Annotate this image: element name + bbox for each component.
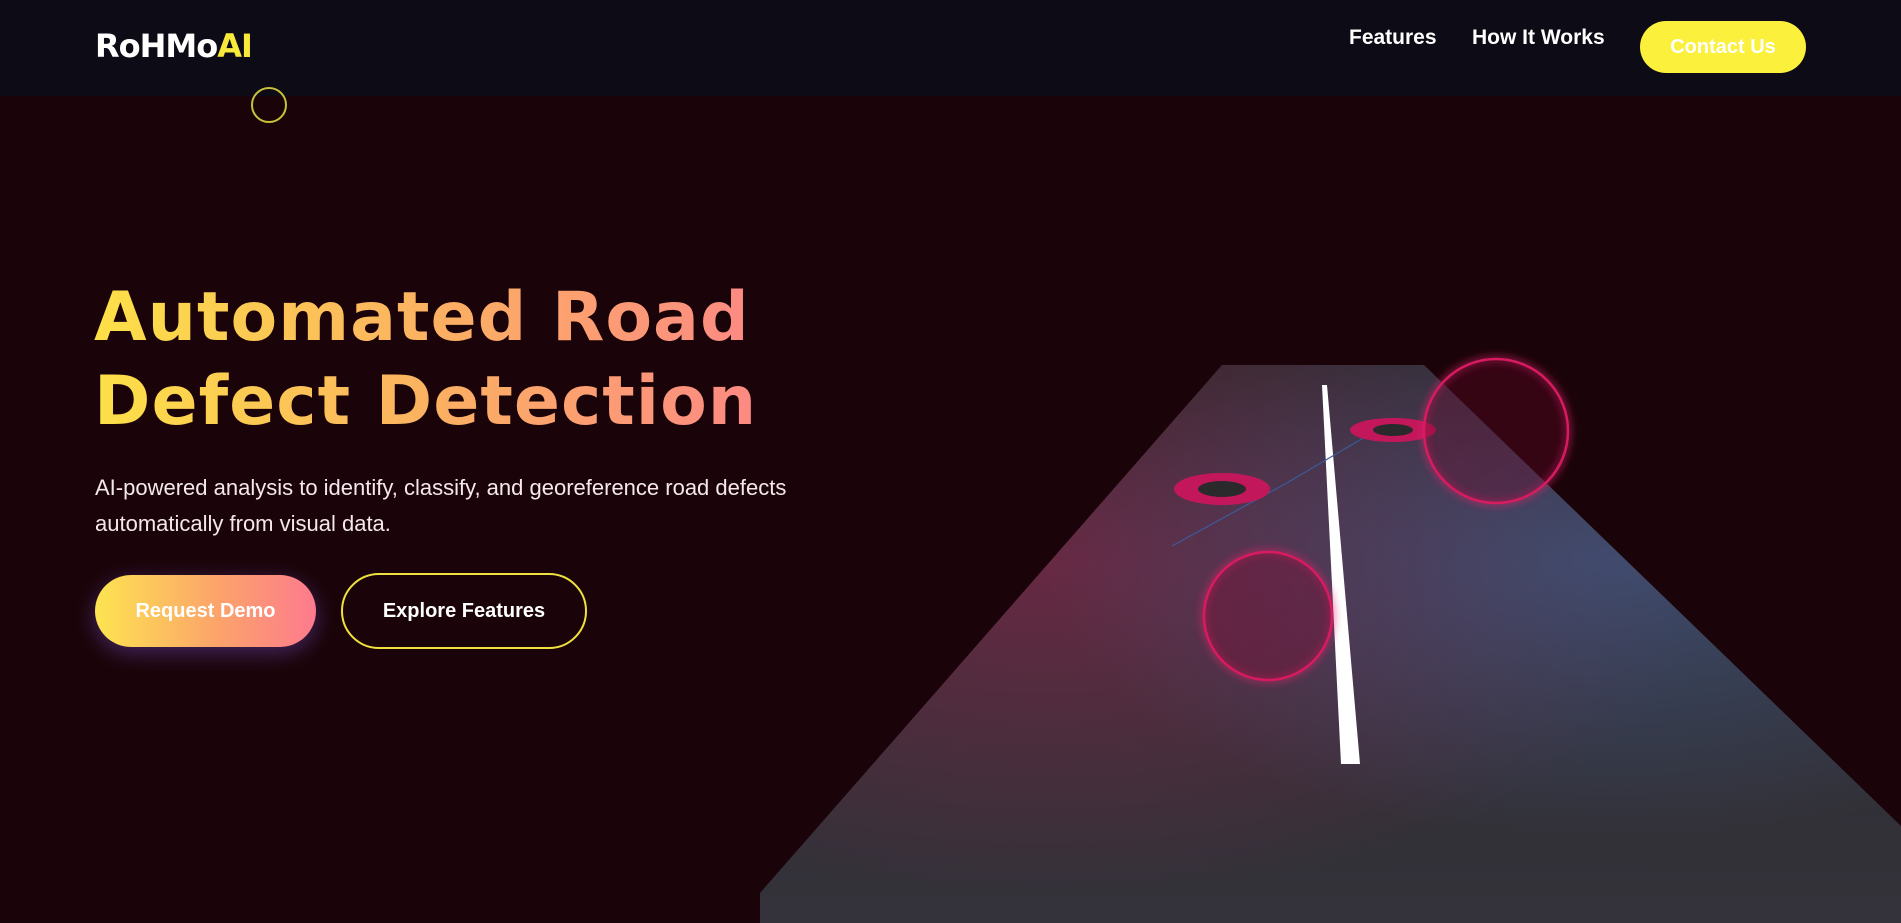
defect-highlight-circle-2 — [1201, 549, 1335, 683]
hero-subtitle: AI-powered analysis to identify, classif… — [95, 470, 855, 542]
navbar: RoHMoAI Features How It Works Contact Us — [0, 0, 1901, 96]
defect-highlight-circle-1 — [1421, 356, 1571, 506]
brand-logo[interactable]: RoHMoAI — [95, 26, 253, 66]
request-demo-button[interactable]: Request Demo — [95, 575, 316, 647]
hero-title-line-2: Defect Detection — [94, 362, 758, 441]
brand-name-accent: AI — [217, 27, 253, 65]
road-illustration — [760, 356, 1901, 923]
hero-title: Automated Road Defect Detection — [94, 276, 854, 444]
brand-name-main: RoHMo — [95, 27, 218, 65]
hero-title-line-1: Automated Road — [94, 278, 750, 357]
nav-link-how-it-works[interactable]: How It Works — [1472, 24, 1605, 52]
defect-marker-ring-1 — [1174, 473, 1270, 505]
explore-features-button[interactable]: Explore Features — [341, 573, 587, 649]
hero-subtitle-line-1: AI-powered analysis to identify, classif… — [95, 475, 787, 500]
cursor-ring-icon — [251, 87, 287, 123]
nav-link-features[interactable]: Features — [1349, 24, 1437, 52]
landing-page: RoHMoAI Features How It Works Contact Us… — [0, 0, 1901, 923]
contact-us-button[interactable]: Contact Us — [1640, 21, 1806, 73]
hero-subtitle-line-2: automatically from visual data. — [95, 511, 391, 536]
